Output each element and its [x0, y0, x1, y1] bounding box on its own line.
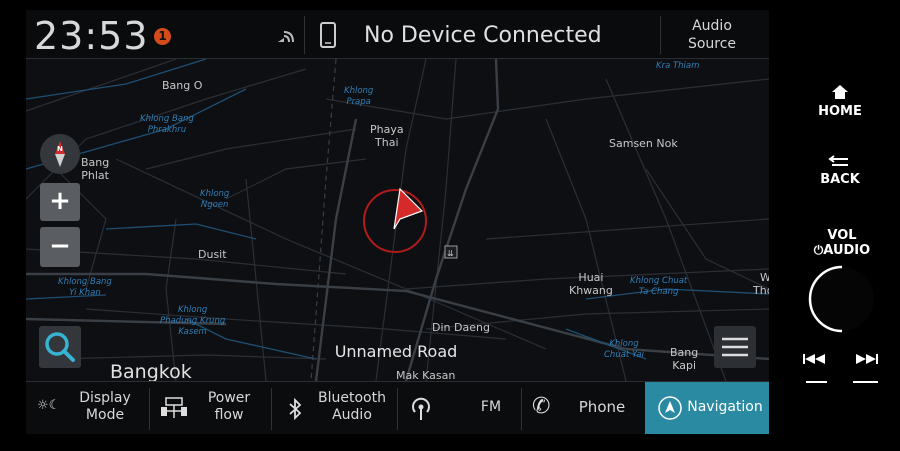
- seek-forward-button[interactable]: [850, 350, 886, 386]
- navigation-button[interactable]: Navigation: [645, 382, 769, 434]
- bluetooth-audio-label-line1: Bluetooth: [318, 390, 386, 406]
- display-mode-label-line2: Mode: [85, 407, 125, 423]
- display-mode-label-line1: Display: [79, 390, 131, 406]
- clock: 23:53: [34, 14, 149, 58]
- status-bar: 23:53 1 No Device Connected Audio Source: [26, 10, 769, 59]
- status-divider: [304, 16, 305, 54]
- audio-label: AUDIO: [823, 243, 871, 258]
- water-label: Kra Thiam: [656, 61, 700, 71]
- power-flow-button[interactable]: Power flow: [150, 382, 270, 434]
- map-label: Samsen Nok: [609, 137, 678, 150]
- water-label: Khlong Ngoen: [200, 189, 230, 210]
- navigation-icon: [658, 396, 682, 420]
- water-label: Khlong Chuat Yai: [604, 339, 644, 360]
- svg-text:⇊: ⇊: [447, 249, 454, 258]
- map-label-bangkok: Bangkok: [110, 361, 192, 383]
- map-label: Din Daeng: [432, 321, 490, 334]
- audio-source-label-line1: Audio: [692, 18, 732, 34]
- seek-forward-icon: [853, 354, 878, 383]
- notification-badge[interactable]: 1: [154, 28, 171, 45]
- back-icon: [828, 155, 848, 166]
- volume-knob[interactable]: [804, 262, 874, 342]
- map-label: Bang Kapi: [670, 346, 699, 372]
- current-road-name: Unnamed Road: [334, 342, 458, 361]
- audio-source-button[interactable]: Audio Source: [662, 17, 762, 53]
- power-flow-label-line1: Power: [207, 390, 251, 406]
- map-menu-button[interactable]: [714, 326, 756, 368]
- fm-label: FM: [480, 399, 502, 415]
- infotainment-screen: 23:53 1 No Device Connected Audio Source: [26, 10, 769, 434]
- signal-icon: [278, 31, 294, 43]
- menu-icon: [722, 337, 748, 357]
- power-flow-icon: [161, 397, 187, 418]
- compass-icon[interactable]: N: [40, 134, 80, 174]
- map-label: Dusit: [198, 248, 227, 261]
- display-mode-button[interactable]: ☼☾ Display Mode: [26, 382, 149, 434]
- bottom-bar: ☼☾ Display Mode Power flow Bluetooth Aud…: [26, 381, 769, 434]
- back-key[interactable]: BACK: [812, 154, 868, 187]
- bluetooth-icon: [289, 398, 302, 420]
- power-icon: ⏻: [813, 243, 824, 257]
- volume-audio-label: VOL ⏻AUDIO: [808, 228, 876, 258]
- status-divider: [660, 16, 661, 54]
- phone-label: Phone: [578, 398, 626, 416]
- audio-source-label-line2: Source: [687, 36, 737, 52]
- water-label: Khlong Bang Phrakhru: [140, 114, 194, 135]
- smartphone-icon: [320, 22, 336, 48]
- power-flow-label-line2: flow: [214, 407, 244, 423]
- home-label: HOME: [818, 104, 862, 119]
- map-label: Bang O: [162, 79, 203, 92]
- map-label: Huai Khwang: [569, 271, 613, 297]
- radio-icon: [412, 397, 430, 420]
- device-status[interactable]: No Device Connected: [364, 23, 602, 48]
- map-roads: ⇊: [26, 59, 769, 381]
- fm-button[interactable]: FM: [398, 382, 520, 434]
- navigation-map[interactable]: ⇊ Bang O Bang Phlat Phaya Thai Samsen Nok …: [26, 59, 769, 382]
- zoom-out-button[interactable]: −: [40, 227, 80, 267]
- water-label: Khlong Prapa: [344, 86, 374, 107]
- search-icon: [45, 332, 75, 362]
- svg-text:N: N: [57, 145, 63, 153]
- bluetooth-audio-label-line2: Audio: [332, 407, 372, 423]
- water-label: Khlong Chuat Ta Chang: [630, 276, 688, 297]
- vol-label: VOL: [827, 228, 857, 243]
- bluetooth-audio-button[interactable]: Bluetooth Audio: [272, 382, 396, 434]
- map-label: Bang Phlat: [81, 156, 110, 182]
- water-label: Khlong Phadung Krung Kasem: [160, 305, 226, 337]
- home-key[interactable]: HOME: [812, 84, 868, 119]
- water-label: Khlong Bang Yi Khan: [58, 277, 112, 298]
- zoom-in-button[interactable]: +: [40, 183, 80, 221]
- phone-button[interactable]: ✆ Phone: [522, 382, 644, 434]
- map-label: WThor: [753, 271, 769, 297]
- seek-back-button[interactable]: [800, 350, 830, 386]
- seek-back-icon: [803, 354, 827, 383]
- search-button[interactable]: [39, 326, 81, 368]
- sun-moon-icon: ☼☾: [37, 398, 61, 413]
- back-label: BACK: [820, 172, 860, 187]
- home-icon: [832, 85, 848, 99]
- map-label: Phaya Thai: [370, 123, 404, 149]
- navigation-label: Navigation: [687, 399, 763, 415]
- phone-icon: ✆: [532, 394, 551, 419]
